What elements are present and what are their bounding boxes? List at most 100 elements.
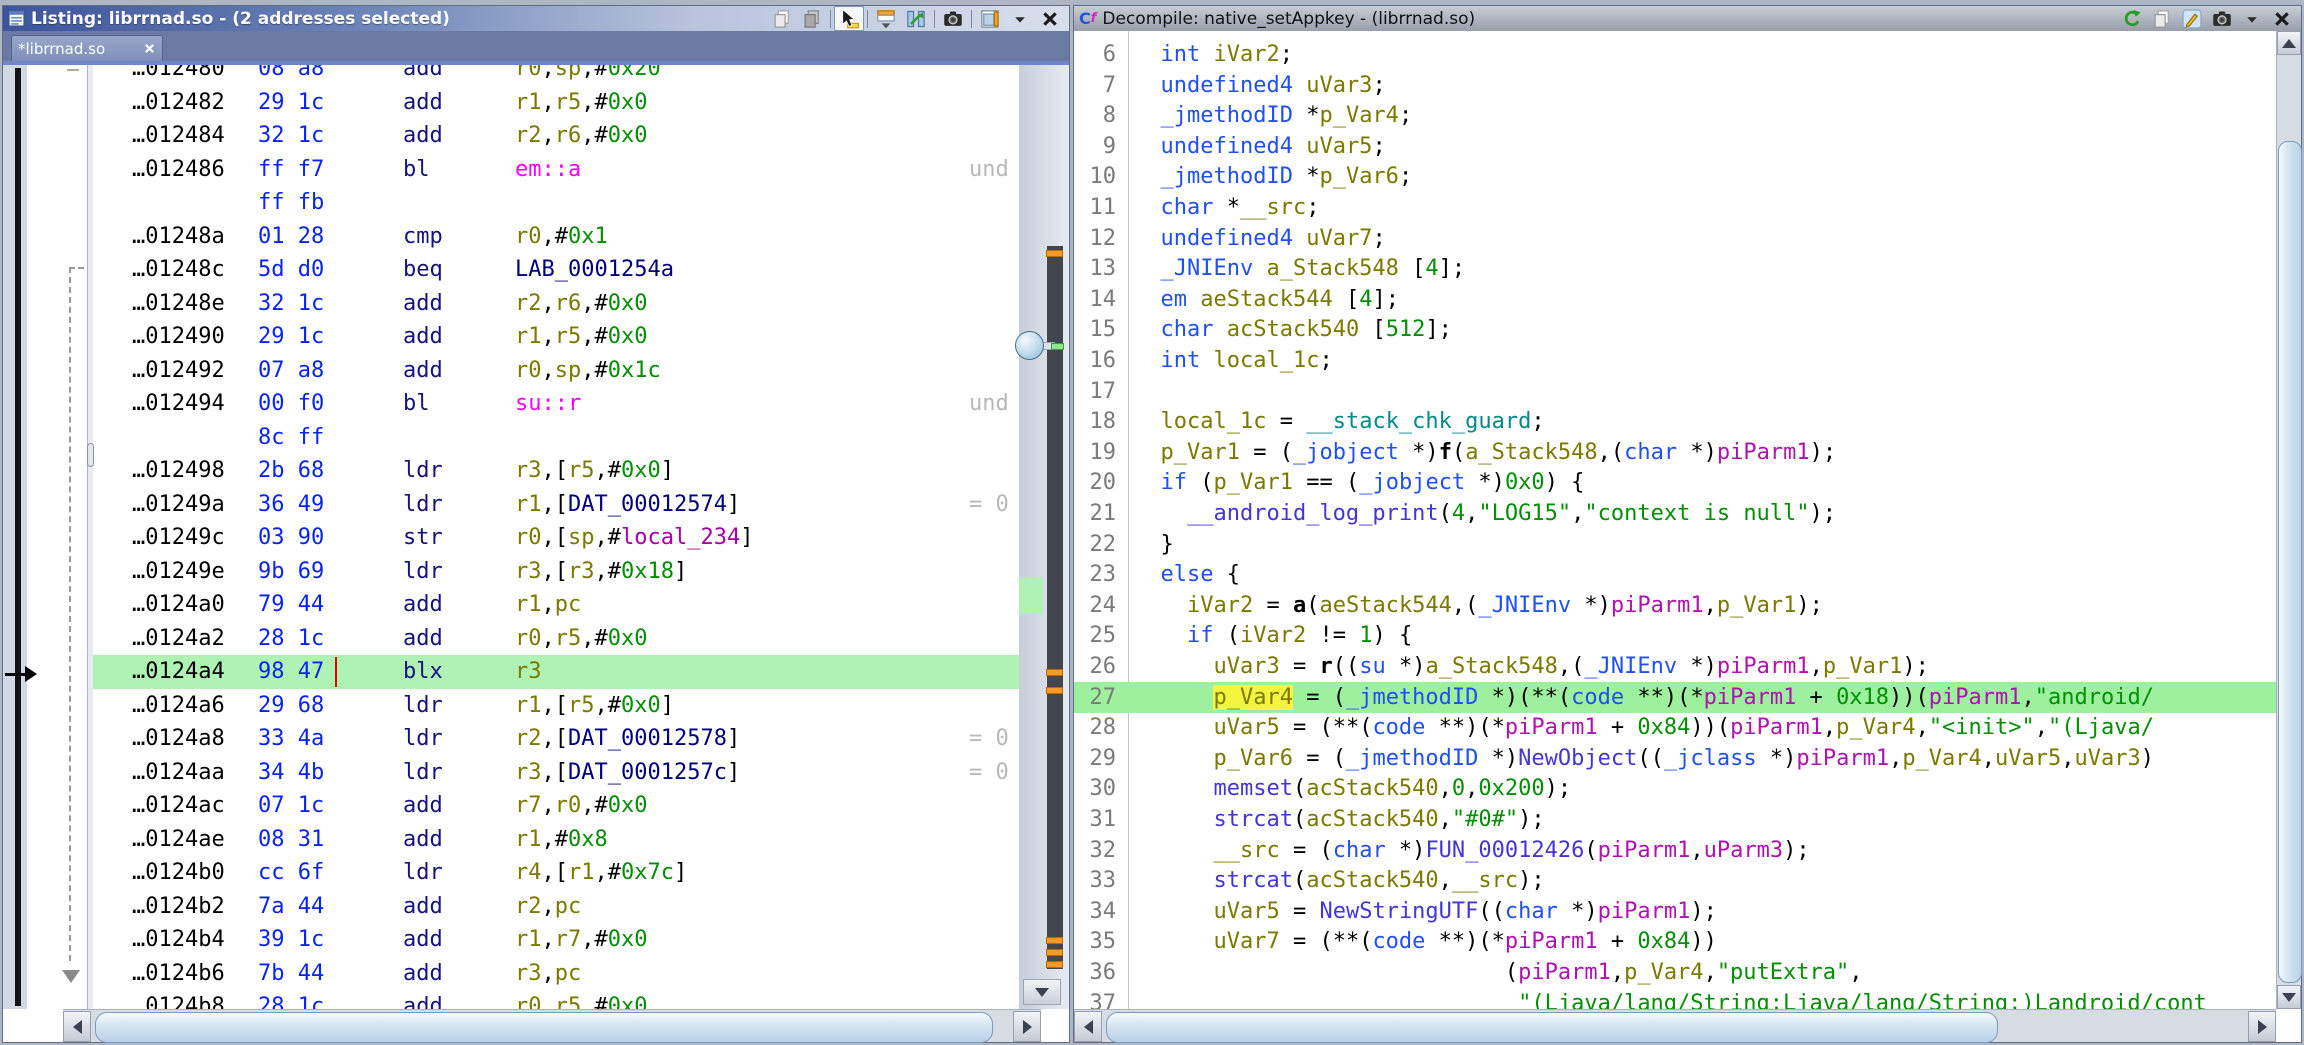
listing-view[interactable]: …01248008 a8addr0,sp,#0x20…01248229 1cad… — [3, 65, 1069, 1009]
decompile-line-6[interactable]: 6 int iVar2; — [1074, 39, 2276, 70]
listing-row[interactable]: …01248008 a8addr0,sp,#0x20 — [93, 65, 1019, 86]
listing-row[interactable]: …01249207 a8addr0,sp,#0x1c — [93, 354, 1019, 388]
listing-row[interactable]: …0124b439 1caddr1,r7,#0x0 — [93, 923, 1019, 957]
listing-row[interactable]: …01248a01 28cmpr0,#0x1 — [93, 220, 1019, 254]
decompile-line-36[interactable]: 36 (piParm1,p_Var4,"putExtra", — [1074, 957, 2276, 988]
listing-row[interactable]: …0124ac07 1caddr7,r0,#0x0 — [93, 789, 1019, 823]
toolbar-separator — [934, 10, 935, 28]
decompile-line-7[interactable]: 7 undefined4 uVar3; — [1074, 70, 2276, 101]
decompile-line-34[interactable]: 34 uVar5 = NewStringUTF((char *)piParm1)… — [1074, 896, 2276, 927]
snapshot-icon[interactable] — [2207, 6, 2237, 31]
tab-librrnad[interactable]: *librrnad.so — [11, 35, 163, 61]
decompile-line-11[interactable]: 11 char *__src; — [1074, 192, 2276, 223]
decompile-line-27[interactable]: 27 p_Var4 = (_jmethodID *)(**(code **)(*… — [1074, 682, 2276, 713]
listing-row[interactable]: …01249c03 90strr0,[sp,#local_234] — [93, 521, 1019, 555]
listing-row[interactable]: …01248c5d d0beqLAB_0001254a — [93, 253, 1019, 287]
decompile-line-20[interactable]: 20 if (p_Var1 == (_jobject *)0x0) { — [1074, 467, 2276, 498]
listing-row[interactable]: …0124a228 1caddr0,r5,#0x0 — [93, 622, 1019, 656]
copy-icon[interactable] — [767, 6, 797, 31]
decompile-line-13[interactable]: 13 _JNIEnv a_Stack548 [4]; — [1074, 253, 2276, 284]
scroll-down-button[interactable] — [2277, 985, 2301, 1009]
decompile-line-24[interactable]: 24 iVar2 = a(aeStack544,(_JNIEnv *)piPar… — [1074, 590, 2276, 621]
refresh-icon[interactable] — [2117, 6, 2147, 31]
listing-row[interactable]: …0124a629 68ldrr1,[r5,#0x0] — [93, 689, 1019, 723]
listing-row[interactable]: …0124a079 44addr1,pc — [93, 588, 1019, 622]
edit-icon[interactable] — [2177, 6, 2207, 31]
decompile-line-35[interactable]: 35 uVar7 = (**(code **)(*piParm1 + 0x84)… — [1074, 926, 2276, 957]
decompile-line-33[interactable]: 33 strcat(acStack540,__src); — [1074, 865, 2276, 896]
toolbar-separator — [867, 10, 868, 28]
decompile-line-23[interactable]: 23 else { — [1074, 559, 2276, 590]
decompile-line-12[interactable]: 12 undefined4 uVar7; — [1074, 223, 2276, 254]
scroll-up-button[interactable] — [2277, 31, 2301, 55]
scroll-left-button[interactable] — [63, 1011, 91, 1042]
decompile-line-18[interactable]: 18 local_1c = __stack_chk_guard; — [1074, 406, 2276, 437]
cursor-location-icon[interactable] — [834, 6, 864, 31]
listing-row[interactable]: …0124b0cc 6fldrr4,[r1,#0x7c] — [93, 856, 1019, 890]
decompile-line-16[interactable]: 16 int local_1c; — [1074, 345, 2276, 376]
paste-icon[interactable] — [797, 6, 827, 31]
listing-row[interactable]: …012486ff f7blem::aund — [93, 153, 1019, 187]
copy-icon[interactable] — [2147, 6, 2177, 31]
listing-row[interactable]: …0124b828 1caddr0,r5,#0x0 — [93, 990, 1019, 1009]
listing-row[interactable]: ff fb — [93, 186, 1019, 220]
listing-row[interactable]: …01249400 f0blsu::rund — [93, 387, 1019, 421]
toggle-header-icon[interactable] — [871, 6, 901, 31]
decompile-line-21[interactable]: 21 __android_log_print(4,"LOG15","contex… — [1074, 498, 2276, 529]
scroll-left-button[interactable] — [1074, 1011, 1102, 1042]
decompile-line-22[interactable]: 22 } — [1074, 529, 2276, 560]
decompile-titlebar[interactable]: Cf Decompile: native_setAppkey - (librrn… — [1074, 6, 2301, 31]
close-icon[interactable] — [2267, 6, 2297, 31]
clone-window-icon[interactable] — [975, 6, 1005, 31]
decompile-line-29[interactable]: 29 p_Var6 = (_jmethodID *)NewObject((_jc… — [1074, 743, 2276, 774]
decompile-line-25[interactable]: 25 if (iVar2 != 1) { — [1074, 620, 2276, 651]
hscroll-thumb[interactable] — [1106, 1012, 1998, 1043]
listing-row[interactable]: …0124ae08 31addr1,#0x8 — [93, 823, 1019, 857]
scroll-right-button[interactable] — [2248, 1011, 2276, 1042]
listing-row[interactable]: …01248e32 1caddr2,r6,#0x0 — [93, 287, 1019, 321]
decompile-vscrollbar[interactable] — [2276, 31, 2301, 1009]
tab-close-icon[interactable] — [143, 42, 156, 55]
close-icon[interactable] — [1035, 6, 1065, 31]
scroll-down-button[interactable] — [1023, 979, 1061, 1005]
listing-row[interactable]: …01249e9b 69ldrr3,[r3,#0x18] — [93, 555, 1019, 589]
listing-row[interactable]: 8c ff — [93, 421, 1019, 455]
decompile-line-28[interactable]: 28 uVar5 = (**(code **)(*piParm1 + 0x84)… — [1074, 712, 2276, 743]
decompile-line-37[interactable]: 37 "(Ljava/lang/String;Ljava/lang/String… — [1074, 988, 2276, 1009]
listing-row[interactable]: …0124982b 68ldrr3,[r5,#0x0] — [93, 454, 1019, 488]
snapshot-icon[interactable] — [938, 6, 968, 31]
menu-arrow-icon[interactable] — [1005, 6, 1035, 31]
decompile-view[interactable]: 6 int iVar2;7 undefined4 uVar3;8 _jmetho… — [1074, 31, 2276, 1009]
splitter-grabber[interactable] — [1015, 331, 1044, 360]
decompile-line-32[interactable]: 32 __src = (char *)FUN_00012426(piParm1,… — [1074, 835, 2276, 866]
menu-arrow-icon[interactable] — [2237, 6, 2267, 31]
decompile-line-30[interactable]: 30 memset(acStack540,0,0x200); — [1074, 773, 2276, 804]
decompile-line-10[interactable]: 10 _jmethodID *p_Var6; — [1074, 161, 2276, 192]
decompile-line-31[interactable]: 31 strcat(acStack540,"#0#"); — [1074, 804, 2276, 835]
decompile-line-14[interactable]: 14 em aeStack544 [4]; — [1074, 284, 2276, 315]
decompile-line-9[interactable]: 9 undefined4 uVar5; — [1074, 131, 2276, 162]
scroll-right-button[interactable] — [1013, 1011, 1041, 1042]
decompile-line-26[interactable]: 26 uVar3 = r((su *)a_Stack548,(_JNIEnv *… — [1074, 651, 2276, 682]
listing-row[interactable]: …0124a833 4aldrr2,[DAT_00012578]= 0 — [93, 722, 1019, 756]
listing-overview-margin[interactable] — [1019, 65, 1069, 1009]
listing-row[interactable]: …0124aa34 4bldrr3,[DAT_0001257c]= 0 — [93, 756, 1019, 790]
decompile-hscrollbar[interactable] — [1074, 1009, 2276, 1042]
listing-row[interactable]: …01248229 1caddr1,r5,#0x0 — [93, 86, 1019, 120]
listing-titlebar[interactable]: Listing: librrnad.so - (2 addresses sele… — [3, 6, 1069, 31]
listing-tabbar: *librrnad.so — [3, 31, 1069, 65]
vscroll-thumb[interactable] — [2278, 141, 2302, 983]
listing-row[interactable]: …0124a498 47blxr3 — [93, 655, 1019, 689]
listing-row[interactable]: …0124b67b 44addr3,pc — [93, 957, 1019, 991]
listing-row[interactable]: …0124b27a 44addr2,pc — [93, 890, 1019, 924]
listing-hscrollbar[interactable] — [63, 1009, 1041, 1042]
hscroll-thumb[interactable] — [95, 1012, 993, 1043]
listing-row[interactable]: …01249029 1caddr1,r5,#0x0 — [93, 320, 1019, 354]
listing-row[interactable]: …01248432 1caddr2,r6,#0x0 — [93, 119, 1019, 153]
decompile-line-19[interactable]: 19 p_Var1 = (_jobject *)f(a_Stack548,(ch… — [1074, 437, 2276, 468]
decompile-line-17[interactable]: 17 — [1074, 376, 2276, 407]
listing-row[interactable]: …01249a36 49ldrr1,[DAT_00012574]= 0 — [93, 488, 1019, 522]
decompile-line-15[interactable]: 15 char acStack540 [512]; — [1074, 314, 2276, 345]
diff-view-icon[interactable] — [901, 6, 931, 31]
decompile-line-8[interactable]: 8 _jmethodID *p_Var4; — [1074, 100, 2276, 131]
